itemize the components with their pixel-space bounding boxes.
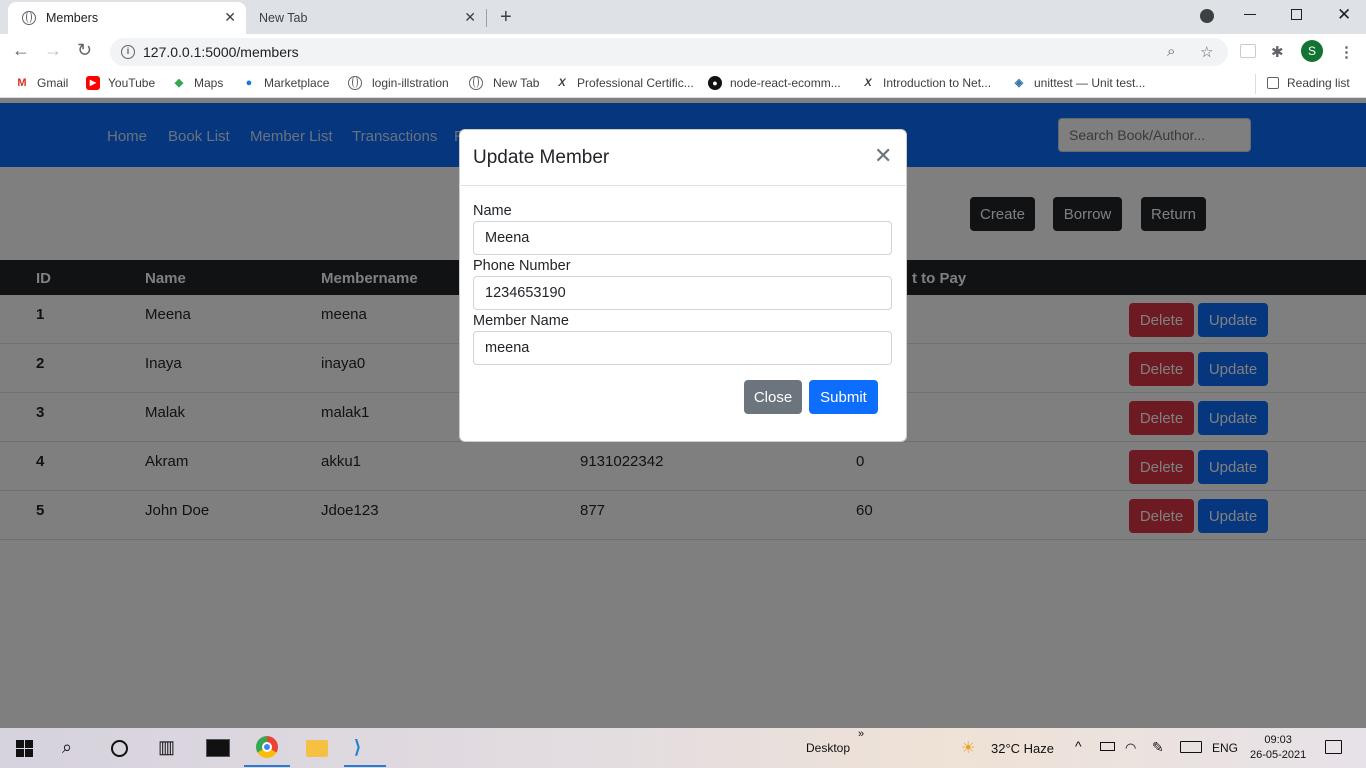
tab-search-icon[interactable] (1200, 9, 1214, 23)
bookmark-star-icon[interactable]: ☆ (1200, 43, 1213, 61)
x-icon: X (864, 77, 872, 89)
menu-icon[interactable]: ⋮ (1339, 43, 1354, 61)
notification-icon[interactable] (1325, 740, 1342, 754)
zoom-icon[interactable]: ⌕ (1167, 43, 1175, 60)
vscode-icon[interactable]: ⟩ (354, 737, 361, 758)
puzzle-icon[interactable]: ✱ (1271, 43, 1284, 61)
close-button[interactable]: Close (744, 380, 802, 414)
profile-avatar[interactable]: S (1301, 40, 1323, 62)
tab-label: Members (46, 11, 99, 25)
close-tab-icon[interactable]: ✕ (464, 9, 476, 26)
clock-time: 09:03 (1264, 734, 1292, 746)
show-hidden-icons-icon[interactable]: ^ (1075, 738, 1082, 754)
pen-icon[interactable]: ✎ (1152, 739, 1164, 756)
youtube-icon: ▶ (86, 76, 100, 90)
restore-icon[interactable] (1291, 9, 1302, 20)
weather-text[interactable]: 32°C Haze (991, 741, 1054, 756)
window-close-icon[interactable]: ✕ (1337, 5, 1351, 25)
github-icon: ● (708, 76, 722, 90)
chrome-icon-center (262, 742, 272, 752)
bookmark-professional-certific[interactable]: X Professional Certific... (555, 76, 693, 90)
toolbar-chevron-icon[interactable]: » (858, 728, 864, 740)
clock-date: 26-05-2021 (1250, 749, 1307, 761)
site-info-icon[interactable]: i (121, 45, 135, 59)
keyboard-icon[interactable] (1180, 741, 1202, 753)
tab-new-tab[interactable]: New Tab ✕ (246, 2, 486, 34)
minimize-icon[interactable] (1244, 14, 1256, 15)
cortana-icon[interactable] (111, 740, 128, 757)
close-icon[interactable]: ✕ (874, 145, 892, 167)
active-app-indicator (244, 765, 290, 767)
bookmark-login-illstration[interactable]: login-illstration (348, 76, 449, 90)
url-text[interactable]: 127.0.0.1:5000/members (143, 44, 299, 60)
globe-icon (469, 76, 483, 90)
name-input[interactable] (473, 221, 892, 255)
wifi-icon[interactable]: ◠ (1125, 740, 1136, 756)
marketplace-icon: ● (245, 77, 253, 89)
name-label: Name (473, 203, 512, 219)
modal-header-divider (459, 185, 907, 186)
terminal-icon[interactable] (206, 739, 230, 757)
modal-title: Update Member (473, 147, 610, 168)
submit-button[interactable]: Submit (809, 380, 878, 414)
forward-icon[interactable]: → (44, 40, 62, 61)
member-name-label: Member Name (473, 313, 569, 329)
bookmark-gmail[interactable]: M Gmail (15, 76, 68, 90)
tab-divider (486, 9, 487, 27)
globe-icon (22, 11, 36, 25)
search-icon[interactable]: ⌕ (62, 737, 72, 758)
desktop-toolbar[interactable]: Desktop (806, 741, 850, 755)
bookmark-node-react-ecomm[interactable]: ● node-react-ecomm... (708, 76, 841, 90)
gmail-icon: M (17, 77, 27, 89)
back-icon[interactable]: ← (12, 40, 30, 61)
bookmark-maps[interactable]: ◆ Maps (172, 76, 224, 90)
python-icon: ◈ (1014, 77, 1024, 89)
reading-list[interactable]: Reading list (1267, 76, 1350, 90)
battery-icon[interactable] (1100, 742, 1115, 751)
close-tab-icon[interactable]: ✕ (224, 9, 236, 26)
bookmark-unittest[interactable]: ◈ unittest — Unit test... (1012, 76, 1146, 90)
bookmark-introduction-to-net[interactable]: X Introduction to Net... (861, 76, 991, 90)
windows-start-icon[interactable] (16, 740, 33, 757)
active-app-indicator (344, 765, 386, 767)
bookmarks-divider (1255, 74, 1256, 94)
x-icon: X (558, 77, 566, 89)
new-tab-button[interactable]: + (500, 6, 512, 29)
reload-icon[interactable]: ↻ (77, 40, 92, 61)
phone-number-label: Phone Number (473, 258, 571, 274)
extension-icon[interactable] (1240, 44, 1256, 58)
maps-icon: ◆ (174, 77, 184, 89)
bookmark-youtube[interactable]: ▶ YouTube (86, 76, 155, 90)
globe-icon (348, 76, 362, 90)
tab-label: New Tab (259, 11, 308, 25)
task-view-icon[interactable]: ▥ (158, 737, 175, 758)
language-indicator[interactable]: ENG (1212, 741, 1238, 755)
weather-icon[interactable]: ☀ (961, 738, 975, 758)
clock[interactable]: 09:03 26-05-2021 (1250, 733, 1306, 763)
bookmark-new-tab[interactable]: New Tab (469, 76, 539, 90)
reading-list-icon (1267, 77, 1279, 89)
tab-members[interactable]: Members ✕ (8, 2, 246, 34)
phone-number-input[interactable] (473, 276, 892, 310)
member-name-input[interactable] (473, 331, 892, 365)
file-explorer-icon[interactable] (306, 740, 328, 757)
bookmark-marketplace[interactable]: ● Marketplace (242, 76, 330, 90)
